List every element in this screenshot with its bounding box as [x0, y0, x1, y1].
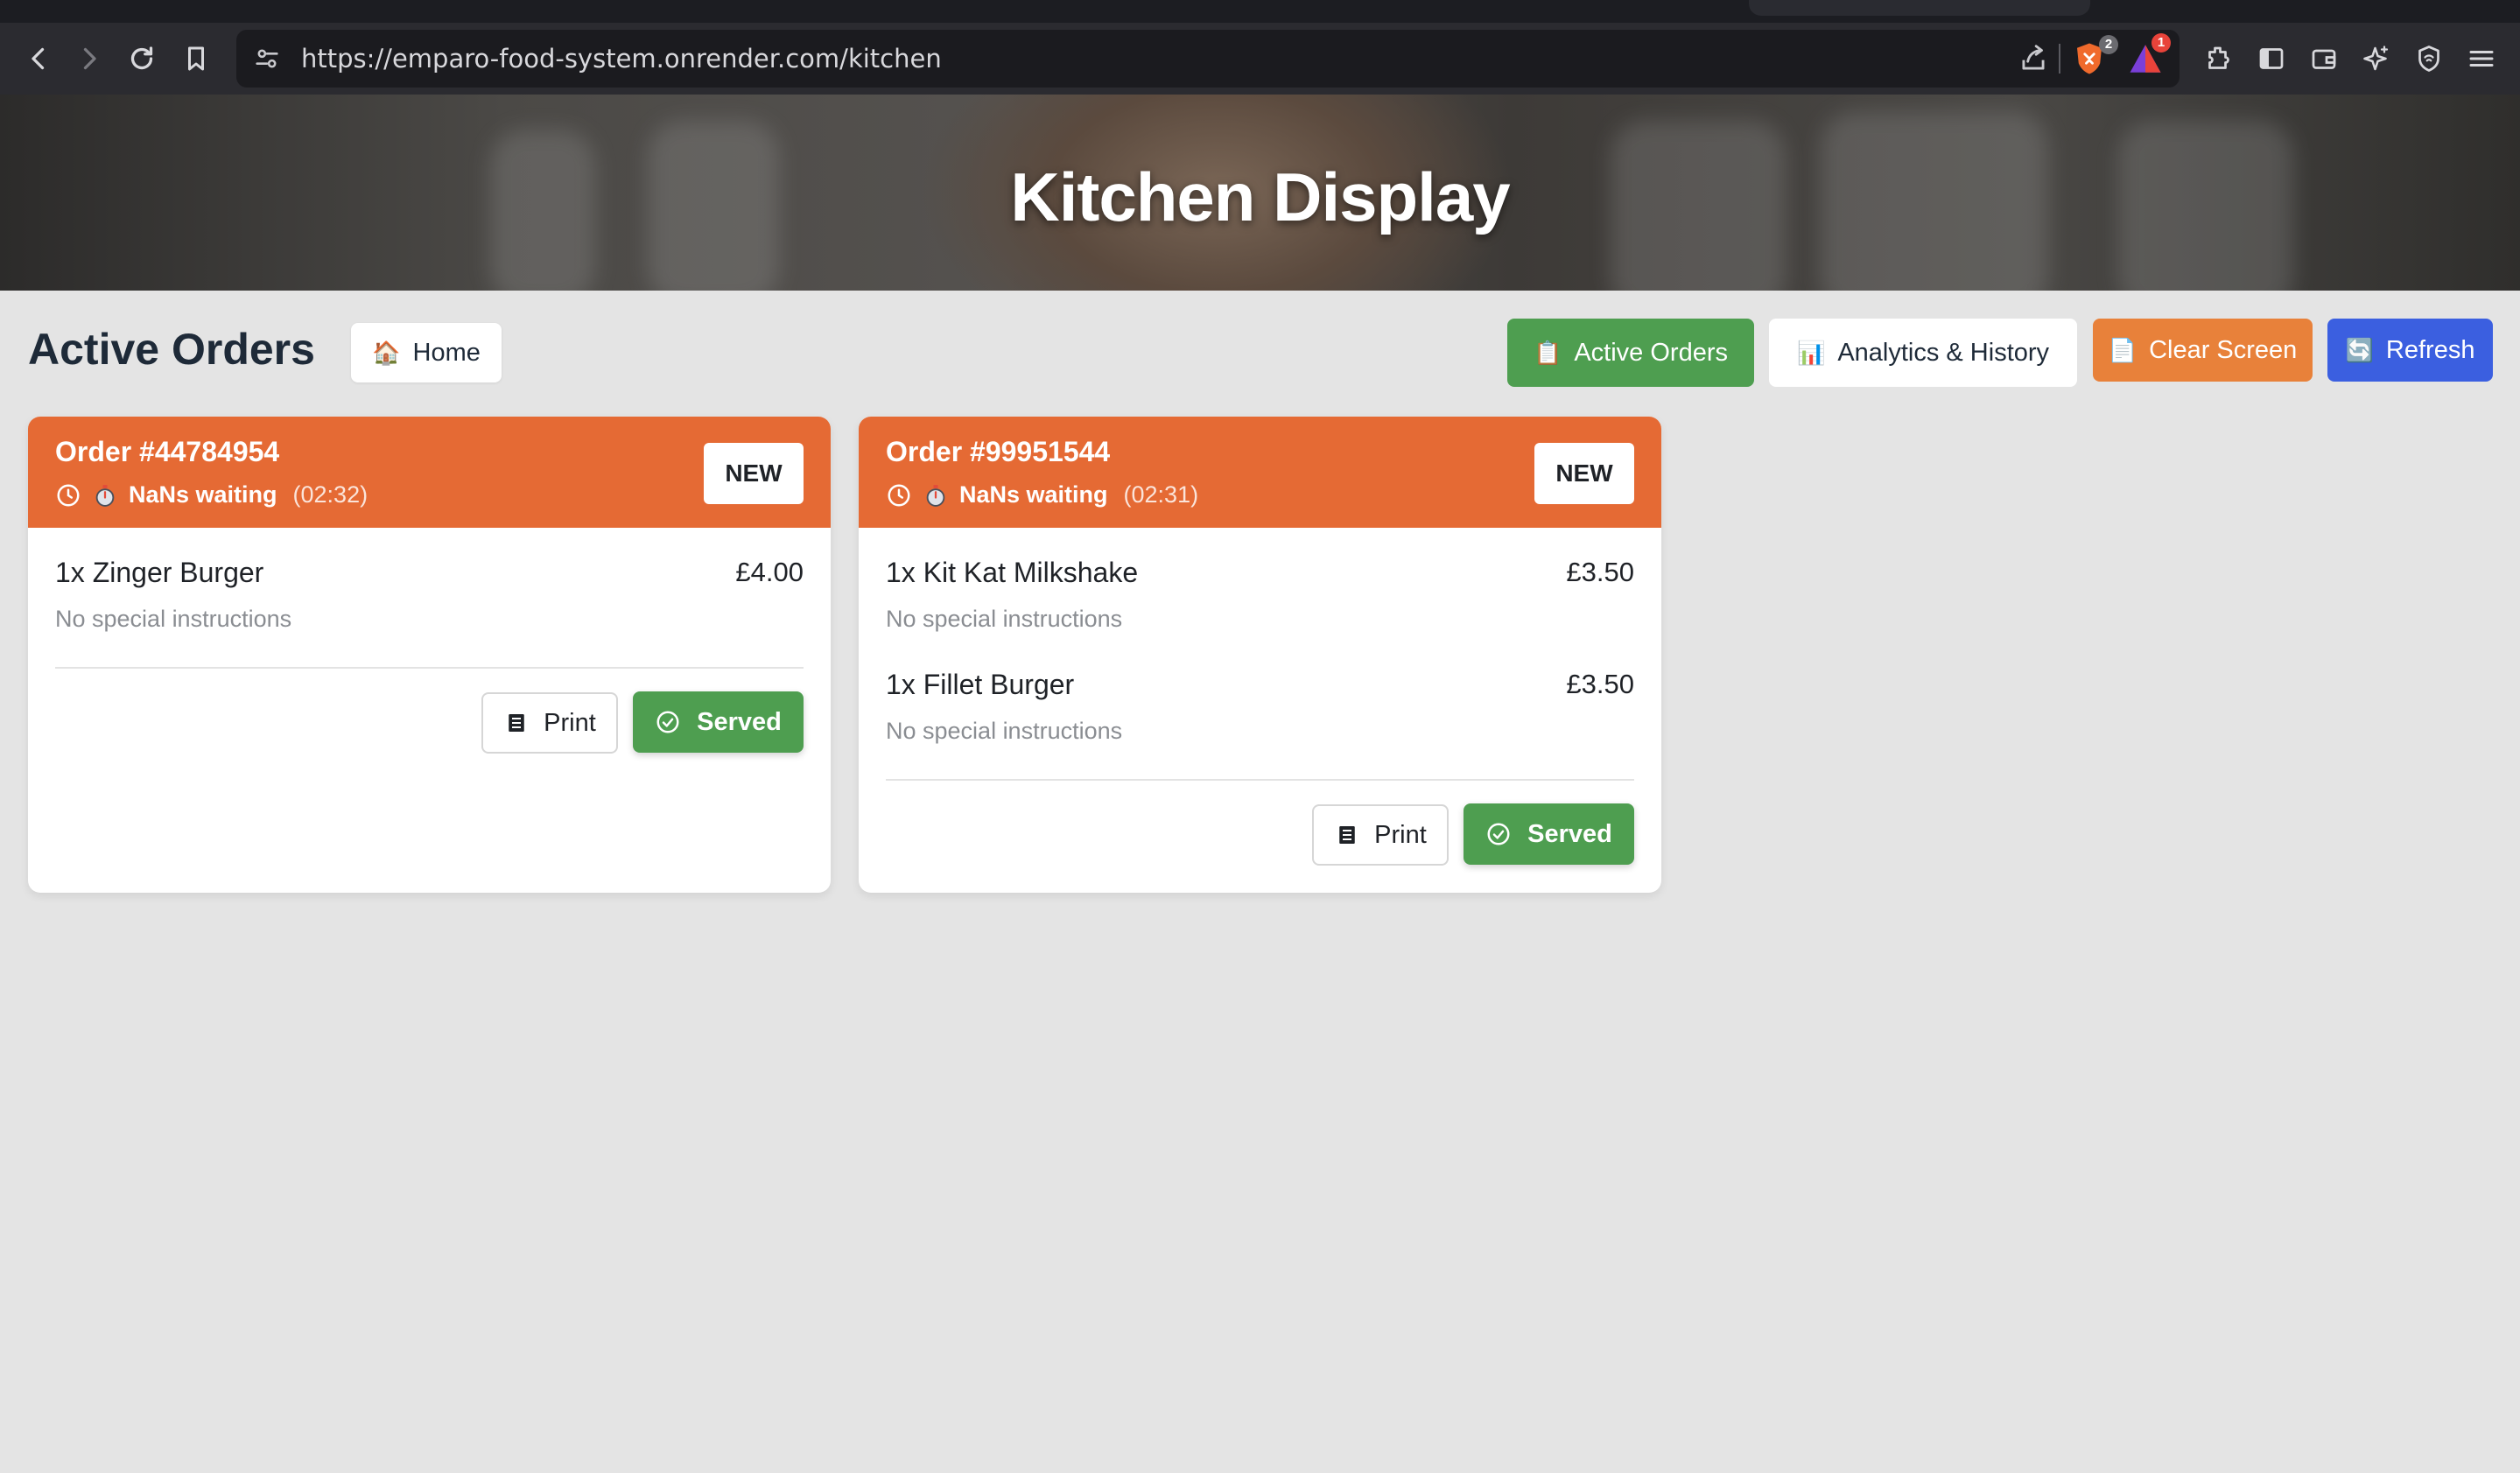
card-divider [55, 667, 804, 669]
home-button[interactable]: 🏠 Home [351, 323, 502, 382]
served-label: Served [1527, 819, 1612, 848]
elapsed-time: (02:31) [1123, 481, 1199, 508]
tab-active[interactable] [1749, 0, 2090, 16]
item-note: No special instructions [55, 606, 292, 632]
menu-icon[interactable] [2462, 39, 2501, 78]
forward-icon[interactable] [70, 39, 109, 78]
vpn-shield-icon[interactable] [2410, 39, 2448, 78]
item-price: £3.50 [1566, 669, 1634, 699]
item-note: No special instructions [886, 606, 1123, 632]
check-circle-icon [1487, 823, 1510, 845]
url-text[interactable]: https://emparo-food-system.onrender.com/… [301, 30, 942, 88]
extensions-icon[interactable] [2200, 39, 2238, 78]
served-button[interactable]: Served [633, 691, 804, 753]
item-price: £4.00 [735, 557, 804, 587]
stopwatch-icon [926, 484, 945, 507]
brave-rewards-icon[interactable]: 1 [2127, 33, 2171, 77]
page-icon: 📄 [2108, 336, 2137, 363]
served-label: Served [697, 707, 782, 736]
print-label: Print [544, 708, 596, 737]
waiting-text: NaNs waiting [959, 481, 1108, 508]
order-card-header: Order #44784954 NaNs waiting (02:32) NEW [28, 417, 831, 528]
print-button[interactable]: Print [1312, 804, 1449, 866]
item-name: 1x Zinger Burger [55, 557, 264, 588]
status-badge: NEW [704, 443, 804, 504]
hero-banner: Kitchen Display [0, 95, 2520, 291]
rewards-count-badge: 1 [2151, 33, 2171, 53]
site-settings-icon[interactable] [252, 44, 282, 74]
order-number: Order #44784954 [55, 436, 280, 467]
address-divider [2059, 44, 2060, 74]
item-name: 1x Kit Kat Milkshake [886, 557, 1139, 588]
hero-title: Kitchen Display [1010, 158, 1510, 235]
order-number: Order #99951544 [886, 436, 1111, 467]
item-name: 1x Fillet Burger [886, 669, 1075, 700]
refresh-icon: 🔄 [2345, 336, 2374, 363]
card-divider [886, 779, 1634, 781]
status-badge: NEW [1534, 443, 1634, 504]
stopwatch-icon [95, 484, 115, 507]
item-note: No special instructions [886, 718, 1123, 744]
bar-chart-icon: 📊 [1796, 339, 1826, 366]
shields-count-badge: 2 [2099, 35, 2118, 54]
order-card-header: Order #99951544 NaNs waiting (02:31) NEW [859, 417, 1661, 528]
order-item: 1x Fillet Burger £3.50 No special instru… [886, 669, 1634, 781]
active-orders-button[interactable]: 📋 Active Orders [1507, 319, 1754, 387]
order-item: 1x Zinger Burger £4.00 No special instru… [55, 557, 804, 669]
order-card: Order #44784954 NaNs waiting (02:32) NEW… [28, 417, 831, 893]
brave-shields-icon[interactable]: 2 [2071, 35, 2118, 77]
receipt-icon [1339, 826, 1355, 844]
check-circle-icon [656, 711, 679, 733]
waiting-text: NaNs waiting [129, 481, 277, 508]
order-card: Order #99951544 NaNs waiting (02:31) NEW… [859, 417, 1661, 893]
house-icon: 🏠 [372, 339, 401, 366]
waiting-row: NaNs waiting (02:31) [886, 481, 1198, 509]
item-price: £3.50 [1566, 557, 1634, 587]
elapsed-time: (02:32) [292, 481, 369, 508]
order-items: 1x Kit Kat Milkshake £3.50 No special in… [886, 557, 1634, 781]
analytics-history-label: Analytics & History [1837, 338, 2050, 367]
analytics-history-button[interactable]: 📊 Analytics & History [1769, 319, 2077, 387]
wallet-icon[interactable] [2305, 39, 2343, 78]
tab-strip [0, 0, 2520, 23]
sidebar-icon[interactable] [2252, 39, 2291, 78]
reload-icon[interactable] [123, 39, 161, 78]
browser-toolbar: https://emparo-food-system.onrender.com/… [0, 23, 2520, 95]
refresh-label: Refresh [2385, 335, 2475, 364]
home-button-label: Home [412, 338, 481, 367]
bookmark-icon[interactable] [177, 39, 215, 78]
clipboard-icon: 📋 [1533, 339, 1562, 366]
order-items: 1x Zinger Burger £4.00 No special instru… [55, 557, 804, 669]
clear-screen-button[interactable]: 📄 Clear Screen [2093, 319, 2313, 382]
print-label: Print [1374, 820, 1427, 849]
address-bar[interactable]: https://emparo-food-system.onrender.com/… [236, 30, 2180, 88]
active-orders-label: Active Orders [1574, 338, 1729, 367]
receipt-icon [509, 714, 524, 732]
print-button[interactable]: Print [481, 692, 618, 754]
leo-ai-icon[interactable] [2357, 39, 2396, 78]
clock-icon [888, 484, 910, 506]
share-icon[interactable] [2017, 42, 2050, 75]
served-button[interactable]: Served [1464, 803, 1634, 865]
clock-icon [57, 484, 80, 506]
order-item: 1x Kit Kat Milkshake £3.50 No special in… [886, 557, 1634, 669]
back-icon[interactable] [19, 39, 58, 78]
waiting-row: NaNs waiting (02:32) [55, 481, 368, 509]
clear-screen-label: Clear Screen [2149, 335, 2298, 364]
page-title: Active Orders [28, 325, 315, 374]
refresh-button[interactable]: 🔄 Refresh [2327, 319, 2493, 382]
